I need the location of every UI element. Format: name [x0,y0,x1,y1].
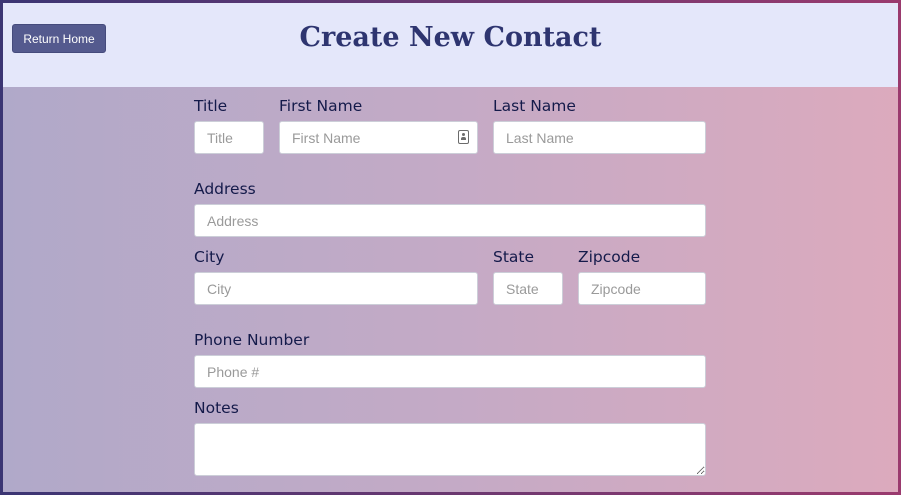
title-input[interactable] [194,121,264,154]
zipcode-label: Zipcode [578,248,641,266]
notes-label: Notes [194,399,239,417]
last-name-input[interactable] [493,121,706,154]
city-input[interactable] [194,272,478,305]
state-input[interactable] [493,272,563,305]
first-name-label: First Name [279,97,363,115]
first-name-input[interactable] [279,121,478,154]
phone-input[interactable] [194,355,706,388]
city-label: City [194,248,225,266]
last-name-label: Last Name [493,97,576,115]
notes-textarea[interactable] [194,423,706,476]
page-header: Create New Contact Return Home [3,3,898,87]
phone-label: Phone Number [194,331,310,349]
zipcode-input[interactable] [578,272,706,305]
state-label: State [493,248,535,266]
page-title: Create New Contact [299,22,602,53]
title-label: Title [194,97,228,115]
contact-card-icon[interactable] [458,130,469,144]
address-label: Address [194,180,256,198]
return-home-button[interactable]: Return Home [12,24,106,53]
address-input[interactable] [194,204,706,237]
